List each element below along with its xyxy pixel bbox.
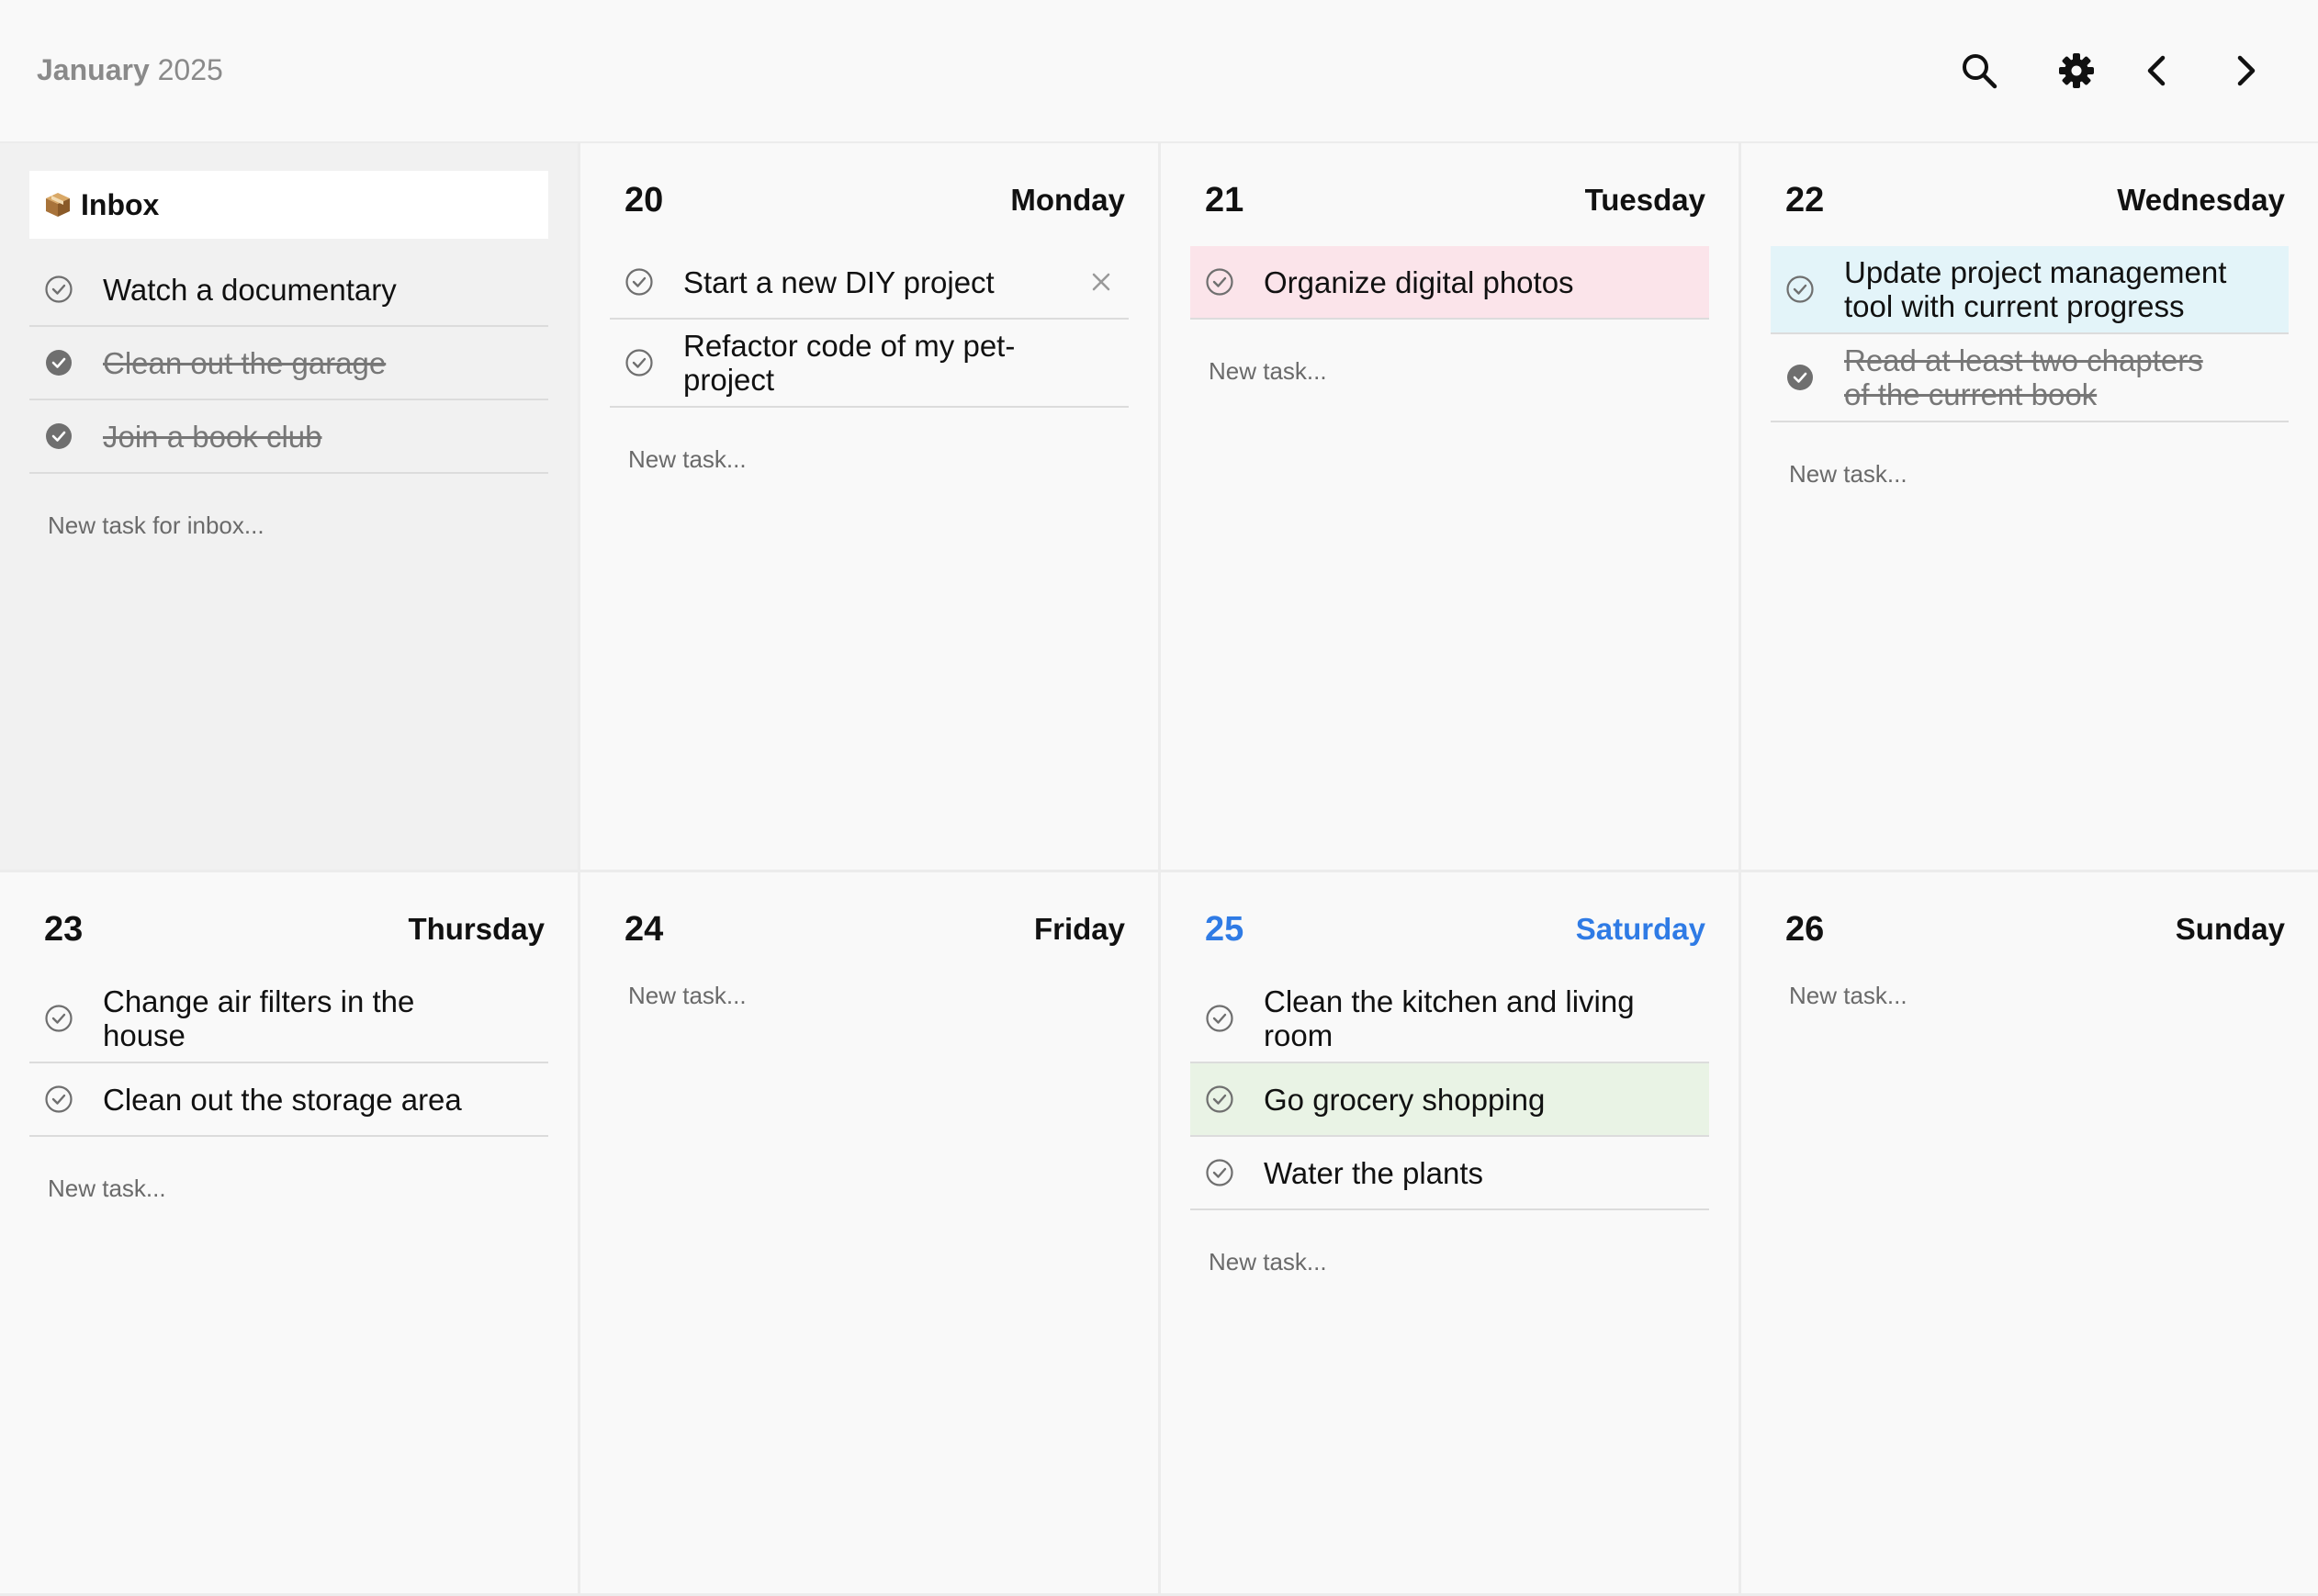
check-circle-icon[interactable] bbox=[1205, 1085, 1234, 1114]
task-text: Start a new DIY project bbox=[683, 264, 995, 299]
day-cell: 25 Saturday Clean the kitchen and living r… bbox=[1161, 872, 1741, 1596]
day-name: Monday bbox=[1010, 183, 1125, 217]
page-title: January 2025 bbox=[37, 53, 223, 87]
new-task-input[interactable] bbox=[1190, 353, 1709, 389]
task-text: Clean out the garage bbox=[103, 345, 387, 380]
task-text: Organize digital photos bbox=[1264, 264, 1574, 299]
day-name: Wednesday bbox=[2117, 183, 2285, 217]
day-name: Sunday bbox=[2175, 912, 2285, 946]
inbox-title: Inbox bbox=[81, 187, 160, 221]
task-list: Change air filters in the house Clean out… bbox=[29, 975, 548, 1137]
year-label: 2025 bbox=[157, 53, 223, 86]
checked-circle-icon[interactable] bbox=[1785, 363, 1815, 392]
day-number: 26 bbox=[1785, 909, 1825, 949]
day-number: 24 bbox=[625, 909, 664, 949]
new-task-input[interactable] bbox=[1771, 455, 2289, 492]
task-item[interactable]: Clean the kitchen and living room bbox=[1190, 975, 1709, 1063]
inbox-task-list: Watch a documentary Clean out the garage J… bbox=[29, 253, 548, 474]
check-circle-icon[interactable] bbox=[44, 1004, 73, 1033]
task-text: Clean out the storage area bbox=[103, 1082, 462, 1117]
task-text: Water the plants bbox=[1264, 1155, 1484, 1190]
check-circle-icon[interactable] bbox=[1205, 267, 1234, 297]
new-task-input[interactable] bbox=[1771, 977, 2289, 1014]
day-cell: 23 Thursday Change air filters in the hous… bbox=[0, 872, 580, 1596]
inbox-header: Inbox bbox=[29, 171, 548, 239]
day-header: 24 Friday bbox=[610, 900, 1129, 959]
week-grid: Inbox Watch a documentary Clean out the g… bbox=[0, 143, 2318, 1596]
task-text: Join a book club bbox=[103, 419, 322, 454]
day-cell: 26 Sunday bbox=[1741, 872, 2318, 1596]
chevron-left-icon bbox=[2141, 52, 2174, 89]
day-name: Thursday bbox=[408, 912, 545, 946]
check-circle-icon[interactable] bbox=[625, 267, 654, 297]
day-cell: 24 Friday bbox=[580, 872, 1161, 1596]
task-list: Update project management tool with curr… bbox=[1771, 246, 2289, 422]
task-item[interactable]: Start a new DIY project bbox=[610, 246, 1129, 320]
task-text: Watch a documentary bbox=[103, 272, 397, 307]
task-item[interactable]: Join a book club bbox=[29, 400, 548, 474]
app-header: January 2025 bbox=[0, 0, 2318, 143]
day-header: 26 Sunday bbox=[1771, 900, 2289, 959]
checked-circle-icon[interactable] bbox=[44, 348, 73, 377]
day-cell: 21 Tuesday Organize digital photos bbox=[1161, 143, 1741, 872]
task-item[interactable]: Read at least two chapters of the curren… bbox=[1771, 334, 2289, 422]
next-week-button[interactable] bbox=[2211, 37, 2279, 105]
check-circle-icon[interactable] bbox=[1205, 1158, 1234, 1187]
new-task-input[interactable] bbox=[610, 977, 1129, 1014]
task-item[interactable]: Clean out the garage bbox=[29, 327, 548, 400]
day-header: 25 Saturday bbox=[1190, 900, 1709, 959]
check-circle-icon[interactable] bbox=[625, 348, 654, 377]
search-button[interactable] bbox=[1945, 37, 2013, 105]
search-icon bbox=[1960, 51, 1998, 90]
check-circle-icon[interactable] bbox=[1205, 1004, 1234, 1033]
day-number: 20 bbox=[625, 180, 664, 219]
new-task-input[interactable] bbox=[1190, 1243, 1709, 1280]
task-text: Refactor code of my pet-project bbox=[683, 329, 1016, 397]
day-number: 22 bbox=[1785, 180, 1825, 219]
day-name: Friday bbox=[1033, 912, 1125, 946]
day-number: 25 bbox=[1205, 909, 1244, 949]
task-text: Clean the kitchen and living room bbox=[1264, 984, 1635, 1052]
check-circle-icon[interactable] bbox=[44, 275, 73, 304]
task-text: Change air filters in the house bbox=[103, 984, 415, 1052]
task-item[interactable]: Change air filters in the house bbox=[29, 975, 548, 1063]
new-task-input[interactable] bbox=[29, 1170, 548, 1207]
task-item[interactable]: Organize digital photos bbox=[1190, 246, 1709, 320]
task-item[interactable]: Update project management tool with curr… bbox=[1771, 246, 2289, 334]
new-task-input[interactable] bbox=[610, 441, 1129, 478]
previous-week-button[interactable] bbox=[2123, 37, 2191, 105]
day-header: 20 Monday bbox=[610, 171, 1129, 230]
checked-circle-icon[interactable] bbox=[44, 421, 73, 451]
day-header: 21 Tuesday bbox=[1190, 171, 1709, 230]
task-text: Go grocery shopping bbox=[1264, 1082, 1546, 1117]
new-inbox-task-input[interactable] bbox=[29, 507, 548, 544]
task-list: Start a new DIY project Refactor code of … bbox=[610, 246, 1129, 408]
day-cell: 20 Monday Start a new DIY project Refactor … bbox=[580, 143, 1161, 872]
month-label: January bbox=[37, 53, 150, 86]
task-text: Update project management tool with curr… bbox=[1844, 255, 2227, 323]
package-icon bbox=[44, 191, 72, 219]
task-list: Clean the kitchen and living room Go groc… bbox=[1190, 975, 1709, 1210]
task-item[interactable]: Go grocery shopping bbox=[1190, 1063, 1709, 1137]
settings-button[interactable] bbox=[2042, 37, 2110, 105]
day-number: 21 bbox=[1205, 180, 1244, 219]
gear-icon bbox=[2057, 51, 2096, 90]
day-name: Tuesday bbox=[1584, 183, 1705, 217]
chevron-right-icon bbox=[2229, 52, 2262, 89]
task-list: Organize digital photos bbox=[1190, 246, 1709, 320]
inbox-panel: Inbox Watch a documentary Clean out the g… bbox=[0, 143, 580, 872]
close-icon[interactable] bbox=[1086, 267, 1116, 297]
task-item[interactable]: Refactor code of my pet-project bbox=[610, 320, 1129, 408]
check-circle-icon[interactable] bbox=[1785, 275, 1815, 304]
task-item[interactable]: Clean out the storage area bbox=[29, 1063, 548, 1137]
day-name: Saturday bbox=[1575, 912, 1705, 946]
task-text: Read at least two chapters of the curren… bbox=[1844, 343, 2203, 411]
day-cell: 22 Wednesday Update project management too… bbox=[1741, 143, 2318, 872]
day-number: 23 bbox=[44, 909, 84, 949]
day-header: 23 Thursday bbox=[29, 900, 548, 959]
task-item[interactable]: Watch a documentary bbox=[29, 253, 548, 327]
task-item[interactable]: Water the plants bbox=[1190, 1137, 1709, 1210]
check-circle-icon[interactable] bbox=[44, 1085, 73, 1114]
day-header: 22 Wednesday bbox=[1771, 171, 2289, 230]
